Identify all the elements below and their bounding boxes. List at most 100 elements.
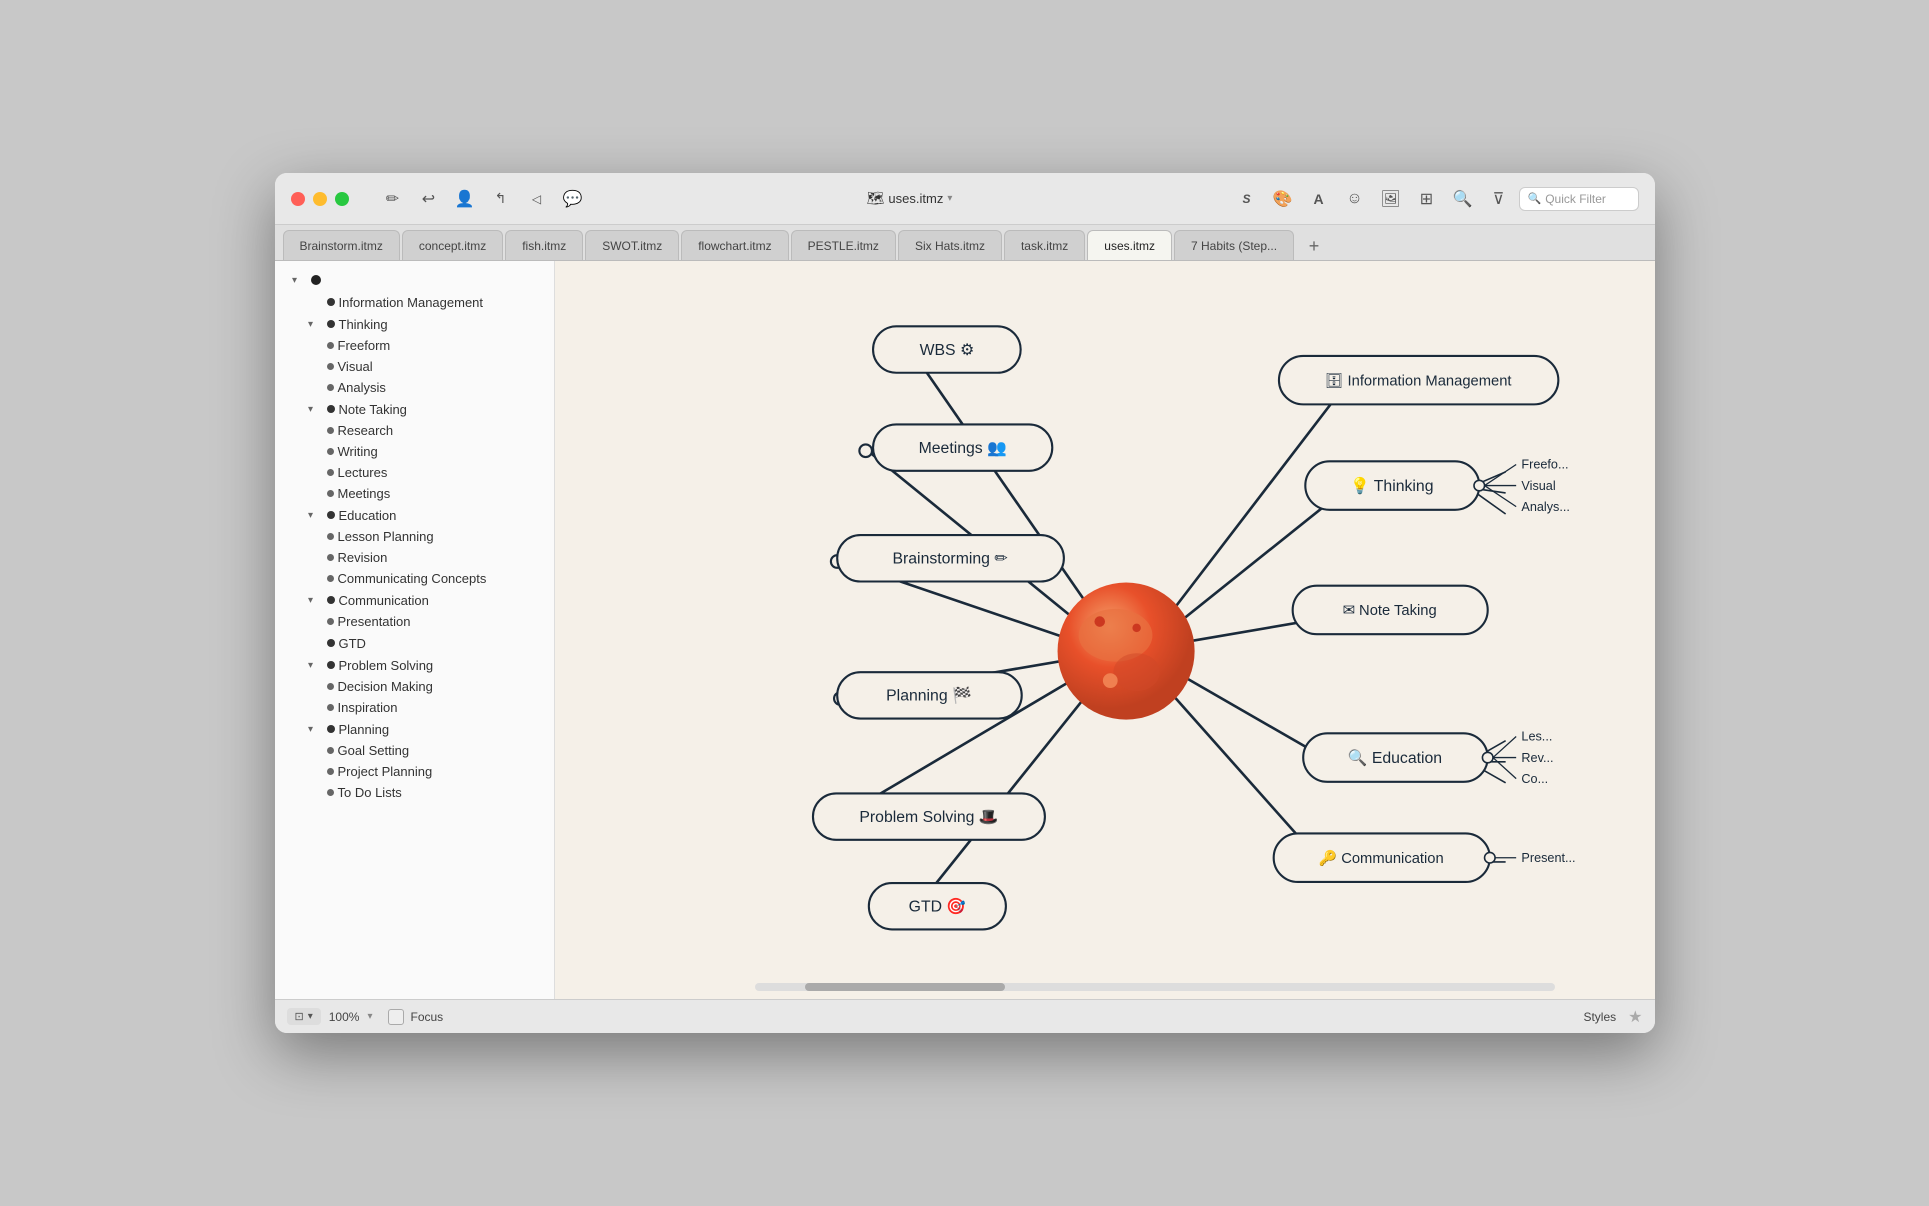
emoji-icon[interactable]: ☺ — [1339, 183, 1371, 215]
sidebar-item-gtd[interactable]: GTD — [275, 632, 554, 654]
sidebar-item-info-mgmt[interactable]: Information Management — [275, 291, 554, 313]
inspiration-label: Inspiration — [338, 700, 546, 715]
quick-filter-input[interactable]: 🔍 Quick Filter — [1519, 187, 1639, 211]
edit-icon[interactable]: ✏ — [377, 183, 409, 215]
status-right: Styles ★ — [1583, 1007, 1642, 1027]
svg-text:Planning 🏁: Planning 🏁 — [886, 686, 972, 705]
maximize-button[interactable] — [335, 192, 349, 206]
zoom-percent-control[interactable]: ▾ — [367, 1011, 372, 1022]
problem-solving-label: Problem Solving — [339, 658, 546, 673]
tab-fish[interactable]: fish.itmz — [505, 230, 583, 260]
spell-check-icon[interactable]: S — [1231, 183, 1263, 215]
lectures-dot-icon — [327, 469, 334, 476]
sidebar-item-lectures[interactable]: Lectures — [275, 462, 554, 483]
research-dot-icon — [327, 427, 334, 434]
title-map-icon: 🗺 — [867, 190, 885, 207]
decision-dot-icon — [327, 683, 334, 690]
comment-icon[interactable]: 💬 — [557, 183, 589, 215]
zoom-control[interactable]: ⊡ ▾ — [287, 1008, 321, 1025]
info-mgmt-label: Information Management — [339, 295, 546, 310]
sidebar-item-thinking[interactable]: ▾ Thinking — [275, 313, 554, 335]
svg-text:Meetings 👥: Meetings 👥 — [918, 440, 1006, 457]
gtd-dot-icon — [327, 639, 335, 647]
title-dropdown-icon[interactable]: ▾ — [947, 193, 952, 204]
sidebar-item-meetings[interactable]: Meetings — [275, 483, 554, 504]
sidebar-item-communication[interactable]: ▾ Communication — [275, 589, 554, 611]
minimize-button[interactable] — [313, 192, 327, 206]
zoom-percent-chevron-icon: ▾ — [367, 1011, 372, 1022]
tab-task[interactable]: task.itmz — [1004, 230, 1085, 260]
tab-flowchart[interactable]: flowchart.itmz — [681, 230, 788, 260]
sidebar-item-todo[interactable]: To Do Lists — [275, 782, 554, 803]
planning-label: Planning — [339, 722, 546, 737]
star-icon[interactable]: ★ — [1628, 1007, 1642, 1027]
communicating-concepts-label: Communicating Concepts — [338, 571, 546, 586]
tab-concept[interactable]: concept.itmz — [402, 230, 503, 260]
todo-label: To Do Lists — [338, 785, 546, 800]
titlebar: ✏ ↩ 👤 ↰ ◁ 💬 🗺 uses.itmz ▾ S 🎨 A ☺ 🖼 ⊞ 🔍 … — [275, 173, 1655, 225]
tab-swot[interactable]: SWOT.itmz — [585, 230, 679, 260]
sidebar-item-note-taking[interactable]: ▾ Note Taking — [275, 398, 554, 420]
freeform-dot-icon — [327, 342, 334, 349]
svg-text:🔍 Education: 🔍 Education — [1347, 747, 1441, 767]
profile-icon[interactable]: 👤 — [449, 183, 481, 215]
color-wheel-icon[interactable]: 🎨 — [1267, 183, 1299, 215]
nav-left-icon[interactable]: ◁ — [521, 183, 553, 215]
gtd-chevron-icon — [303, 635, 319, 651]
lectures-label: Lectures — [338, 465, 546, 480]
lesson-dot-icon — [327, 533, 334, 540]
svg-text:💡 Thinking: 💡 Thinking — [1350, 476, 1433, 495]
communication-chevron-icon: ▾ — [303, 592, 319, 608]
planning-dot-icon — [327, 725, 335, 733]
back-icon[interactable]: ↩ — [413, 183, 445, 215]
project-dot-icon — [327, 768, 334, 775]
search-icon[interactable]: 🔍 — [1447, 183, 1479, 215]
sidebar-item-research[interactable]: Research — [275, 420, 554, 441]
tab-pestle[interactable]: PESTLE.itmz — [791, 230, 896, 260]
filter-icon[interactable]: ⊽ — [1483, 183, 1515, 215]
svg-text:WBS ⚙: WBS ⚙ — [919, 342, 974, 359]
sidebar-item-education[interactable]: ▾ Education — [275, 504, 554, 526]
sidebar-item-analysis[interactable]: Analysis — [275, 377, 554, 398]
sidebar-item-presentation[interactable]: Presentation — [275, 611, 554, 632]
sidebar-item-problem-solving[interactable]: ▾ Problem Solving — [275, 654, 554, 676]
grid-icon[interactable]: ⊞ — [1411, 183, 1443, 215]
sidebar-item-visual[interactable]: Visual — [275, 356, 554, 377]
note-taking-chevron-icon: ▾ — [303, 401, 319, 417]
project-planning-label: Project Planning — [338, 764, 546, 779]
image-icon[interactable]: 🖼 — [1375, 183, 1407, 215]
sidebar-item-decision-making[interactable]: Decision Making — [275, 676, 554, 697]
sidebar-item-inspiration[interactable]: Inspiration — [275, 697, 554, 718]
sidebar-item-lesson-planning[interactable]: Lesson Planning — [275, 526, 554, 547]
horizontal-scrollbar[interactable] — [755, 983, 1555, 991]
new-tab-button[interactable]: + — [1300, 232, 1328, 260]
sidebar-item-goal-setting[interactable]: Goal Setting — [275, 740, 554, 761]
info-mgmt-dot-icon — [327, 298, 335, 306]
sidebar-item-revision[interactable]: Revision — [275, 547, 554, 568]
font-icon[interactable]: A — [1303, 183, 1335, 215]
app-window: ✏ ↩ 👤 ↰ ◁ 💬 🗺 uses.itmz ▾ S 🎨 A ☺ 🖼 ⊞ 🔍 … — [275, 173, 1655, 1033]
sidebar-item-planning[interactable]: ▾ Planning — [275, 718, 554, 740]
writing-label: Writing — [338, 444, 546, 459]
zoom-icon: ⊡ — [295, 1010, 304, 1023]
focus-control[interactable]: Focus — [388, 1009, 443, 1025]
svg-text:✉ Note Taking: ✉ Note Taking — [1342, 603, 1436, 619]
tab-brainstorm[interactable]: Brainstorm.itmz — [283, 230, 400, 260]
education-label: Education — [339, 508, 546, 523]
tab-uses[interactable]: uses.itmz — [1087, 230, 1172, 260]
tab-sixhats[interactable]: Six Hats.itmz — [898, 230, 1002, 260]
sidebar-item-communicating-concepts[interactable]: Communicating Concepts — [275, 568, 554, 589]
sidebar-item-freeform[interactable]: Freeform — [275, 335, 554, 356]
tab-7habits[interactable]: 7 Habits (Step... — [1174, 230, 1294, 260]
svg-text:🔑 Communication: 🔑 Communication — [1318, 849, 1443, 867]
undo-icon[interactable]: ↰ — [485, 183, 517, 215]
analysis-dot-icon — [327, 384, 334, 391]
sidebar-item-writing[interactable]: Writing — [275, 441, 554, 462]
svg-text:Freefo...: Freefo... — [1521, 458, 1568, 472]
sidebar-item-project-planning[interactable]: Project Planning — [275, 761, 554, 782]
close-button[interactable] — [291, 192, 305, 206]
mindmap-canvas[interactable]: WBS ⚙ Meetings 👥 Brainstorming ✏ Plannin… — [555, 261, 1655, 999]
search-icon-small: 🔍 — [1528, 192, 1542, 205]
styles-label[interactable]: Styles — [1583, 1010, 1616, 1024]
sidebar-root[interactable]: ▾ — [275, 269, 554, 291]
